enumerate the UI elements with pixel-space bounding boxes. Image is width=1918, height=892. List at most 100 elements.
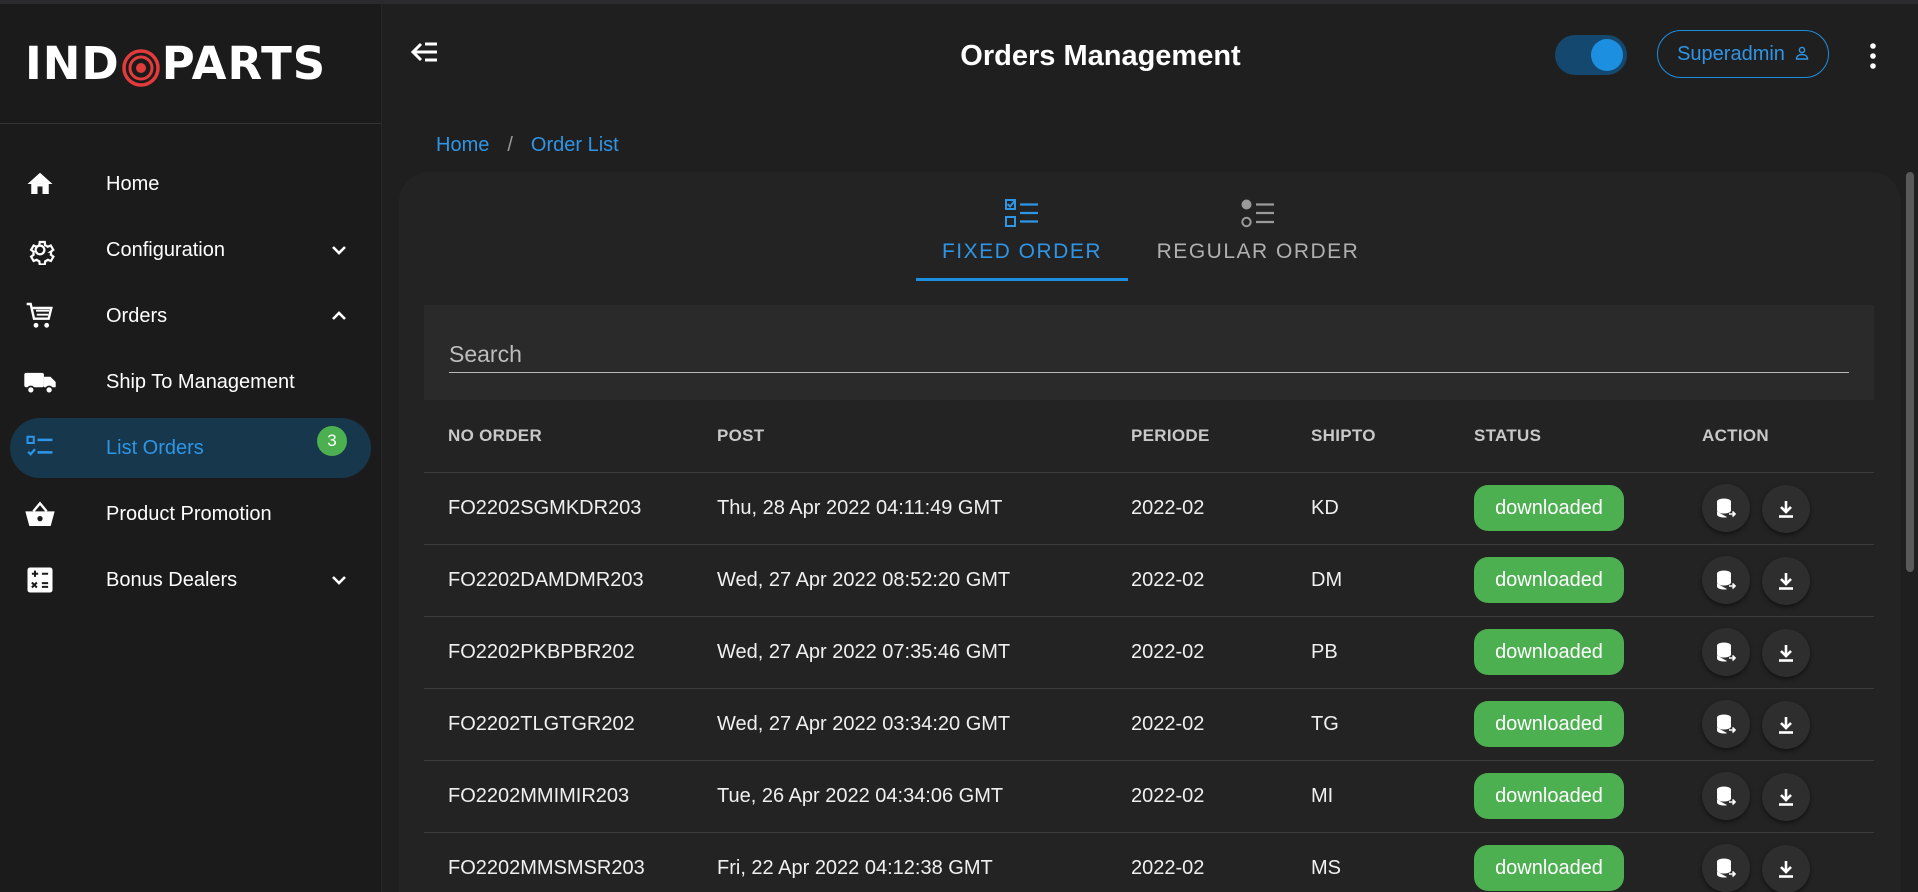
- cell-action: [1702, 760, 1874, 833]
- cart-icon: [22, 298, 58, 334]
- calculator-icon: [22, 562, 58, 598]
- column-header-post[interactable]: POST: [717, 400, 1131, 473]
- home-icon: [22, 166, 58, 202]
- cell-shipto: MS: [1311, 832, 1474, 892]
- sidebar-item-ship-to-management[interactable]: Ship To Management: [10, 352, 371, 412]
- sidebar-item-product-promotion[interactable]: Product Promotion: [10, 484, 371, 544]
- cell-shipto: DM: [1311, 544, 1474, 617]
- cell-periode: 2022-02: [1131, 544, 1311, 617]
- cell-shipto: KD: [1311, 472, 1474, 545]
- tab-fixed-order[interactable]: FIXED ORDER: [916, 192, 1128, 281]
- logo-wordmark: IND PARTS: [25, 37, 326, 90]
- column-header-no-order[interactable]: NO ORDER: [424, 400, 717, 473]
- database-export-icon[interactable]: [1702, 843, 1750, 892]
- cell-no-order: FO2202TLGTGR202: [424, 688, 717, 761]
- search-bar: [424, 305, 1874, 400]
- cell-post: Tue, 26 Apr 2022 04:34:06 GMT: [717, 760, 1131, 833]
- table-row[interactable]: FO2202SGMKDR203 Thu, 28 Apr 2022 04:11:4…: [424, 472, 1874, 545]
- cell-periode: 2022-02: [1131, 688, 1311, 761]
- table-row[interactable]: FO2202PKBPBR202 Wed, 27 Apr 2022 07:35:4…: [424, 616, 1874, 689]
- cell-no-order: FO2202DAMDMR203: [424, 544, 717, 617]
- download-icon[interactable]: [1761, 844, 1810, 892]
- table-row[interactable]: FO2202TLGTGR202 Wed, 27 Apr 2022 03:34:2…: [424, 688, 1874, 761]
- database-export-icon[interactable]: [1702, 555, 1750, 604]
- cell-status: downloaded: [1474, 472, 1702, 545]
- chevron-down-icon[interactable]: [329, 240, 349, 260]
- logo[interactable]: IND PARTS: [0, 4, 381, 124]
- column-header-periode[interactable]: PERIODE: [1131, 400, 1311, 473]
- tab-regular-order[interactable]: REGULAR ORDER: [1128, 192, 1388, 281]
- cell-periode: 2022-02: [1131, 616, 1311, 689]
- download-icon[interactable]: [1761, 772, 1810, 821]
- logo-text-left: IND: [25, 37, 120, 90]
- sidebar-item-label: Orders: [106, 304, 168, 327]
- status-badge: downloaded: [1474, 557, 1624, 603]
- cell-status: downloaded: [1474, 832, 1702, 892]
- sidebar-item-label: Configuration: [106, 238, 225, 261]
- status-badge: downloaded: [1474, 701, 1624, 747]
- chevron-up-icon[interactable]: [329, 306, 349, 326]
- list-bullets-icon: [1240, 198, 1276, 230]
- sidebar-item-label: Product Promotion: [106, 502, 272, 525]
- download-icon[interactable]: [1761, 628, 1810, 677]
- truck-icon: [22, 364, 58, 400]
- chevron-down-icon[interactable]: [329, 570, 349, 590]
- cell-no-order: FO2202PKBPBR202: [424, 616, 717, 689]
- count-badge: 3: [317, 426, 347, 456]
- cell-action: [1702, 688, 1874, 761]
- column-header-shipto[interactable]: SHIPTO: [1311, 400, 1474, 473]
- sidebar-item-list-orders[interactable]: List Orders 3: [10, 418, 371, 478]
- cell-shipto: PB: [1311, 616, 1474, 689]
- status-badge: downloaded: [1474, 773, 1624, 819]
- checklist-icon: [1004, 198, 1040, 230]
- download-icon[interactable]: [1761, 484, 1810, 533]
- cell-post: Fri, 22 Apr 2022 04:12:38 GMT: [717, 832, 1131, 892]
- cell-action: [1702, 616, 1874, 689]
- cell-action: [1702, 544, 1874, 617]
- scrollbar[interactable]: [1906, 172, 1914, 572]
- orders-table: NO ORDER POST PERIODE SHIPTO STATUS ACTI…: [424, 400, 1874, 892]
- cell-status: downloaded: [1474, 544, 1702, 617]
- top-bar: Orders Management Superadmin: [383, 4, 1918, 108]
- column-header-status[interactable]: STATUS: [1474, 400, 1702, 473]
- database-export-icon[interactable]: [1702, 699, 1750, 748]
- user-icon: [1795, 43, 1809, 66]
- cell-status: downloaded: [1474, 688, 1702, 761]
- table-row[interactable]: FO2202MMSMSR203 Fri, 22 Apr 2022 04:12:3…: [424, 832, 1874, 892]
- download-icon[interactable]: [1761, 556, 1810, 605]
- sidebar-item-label: List Orders: [106, 436, 204, 459]
- status-badge: downloaded: [1474, 845, 1624, 891]
- sidebar-item-label: Ship To Management: [106, 370, 295, 393]
- database-export-icon[interactable]: [1702, 771, 1750, 820]
- sidebar-item-label: Home: [106, 172, 160, 195]
- cell-post: Wed, 27 Apr 2022 03:34:20 GMT: [717, 688, 1131, 761]
- download-icon[interactable]: [1761, 700, 1810, 749]
- table-header-row: NO ORDER POST PERIODE SHIPTO STATUS ACTI…: [424, 400, 1874, 473]
- database-export-icon[interactable]: [1702, 627, 1750, 676]
- cell-action: [1702, 472, 1874, 545]
- sidebar-item-orders[interactable]: Orders: [10, 286, 371, 346]
- breadcrumb-home[interactable]: Home: [436, 134, 489, 157]
- sidebar: IND PARTS Home Configuration Orders Ship…: [0, 4, 382, 892]
- database-export-icon[interactable]: [1702, 483, 1750, 532]
- breadcrumb-separator: /: [507, 134, 513, 156]
- sidebar-item-home[interactable]: Home: [10, 154, 371, 214]
- user-label: Superadmin: [1677, 42, 1785, 65]
- breadcrumb-current[interactable]: Order List: [531, 134, 619, 157]
- theme-toggle[interactable]: [1555, 35, 1627, 75]
- cell-shipto: MI: [1311, 760, 1474, 833]
- table-row[interactable]: FO2202MMIMIR203 Tue, 26 Apr 2022 04:34:0…: [424, 760, 1874, 833]
- cell-shipto: TG: [1311, 688, 1474, 761]
- toggle-knob: [1591, 39, 1623, 71]
- search-input[interactable]: [449, 327, 1849, 373]
- sidebar-item-configuration[interactable]: Configuration: [10, 220, 371, 280]
- cell-no-order: FO2202SGMKDR203: [424, 472, 717, 545]
- table-row[interactable]: FO2202DAMDMR203 Wed, 27 Apr 2022 08:52:2…: [424, 544, 1874, 617]
- sidebar-item-bonus-dealers[interactable]: Bonus Dealers: [10, 550, 371, 610]
- cell-post: Wed, 27 Apr 2022 08:52:20 GMT: [717, 544, 1131, 617]
- checklist-icon: [22, 430, 58, 466]
- user-menu-button[interactable]: Superadmin: [1657, 30, 1829, 78]
- cell-status: downloaded: [1474, 616, 1702, 689]
- more-vert-icon[interactable]: [1863, 42, 1883, 70]
- cell-action: [1702, 832, 1874, 892]
